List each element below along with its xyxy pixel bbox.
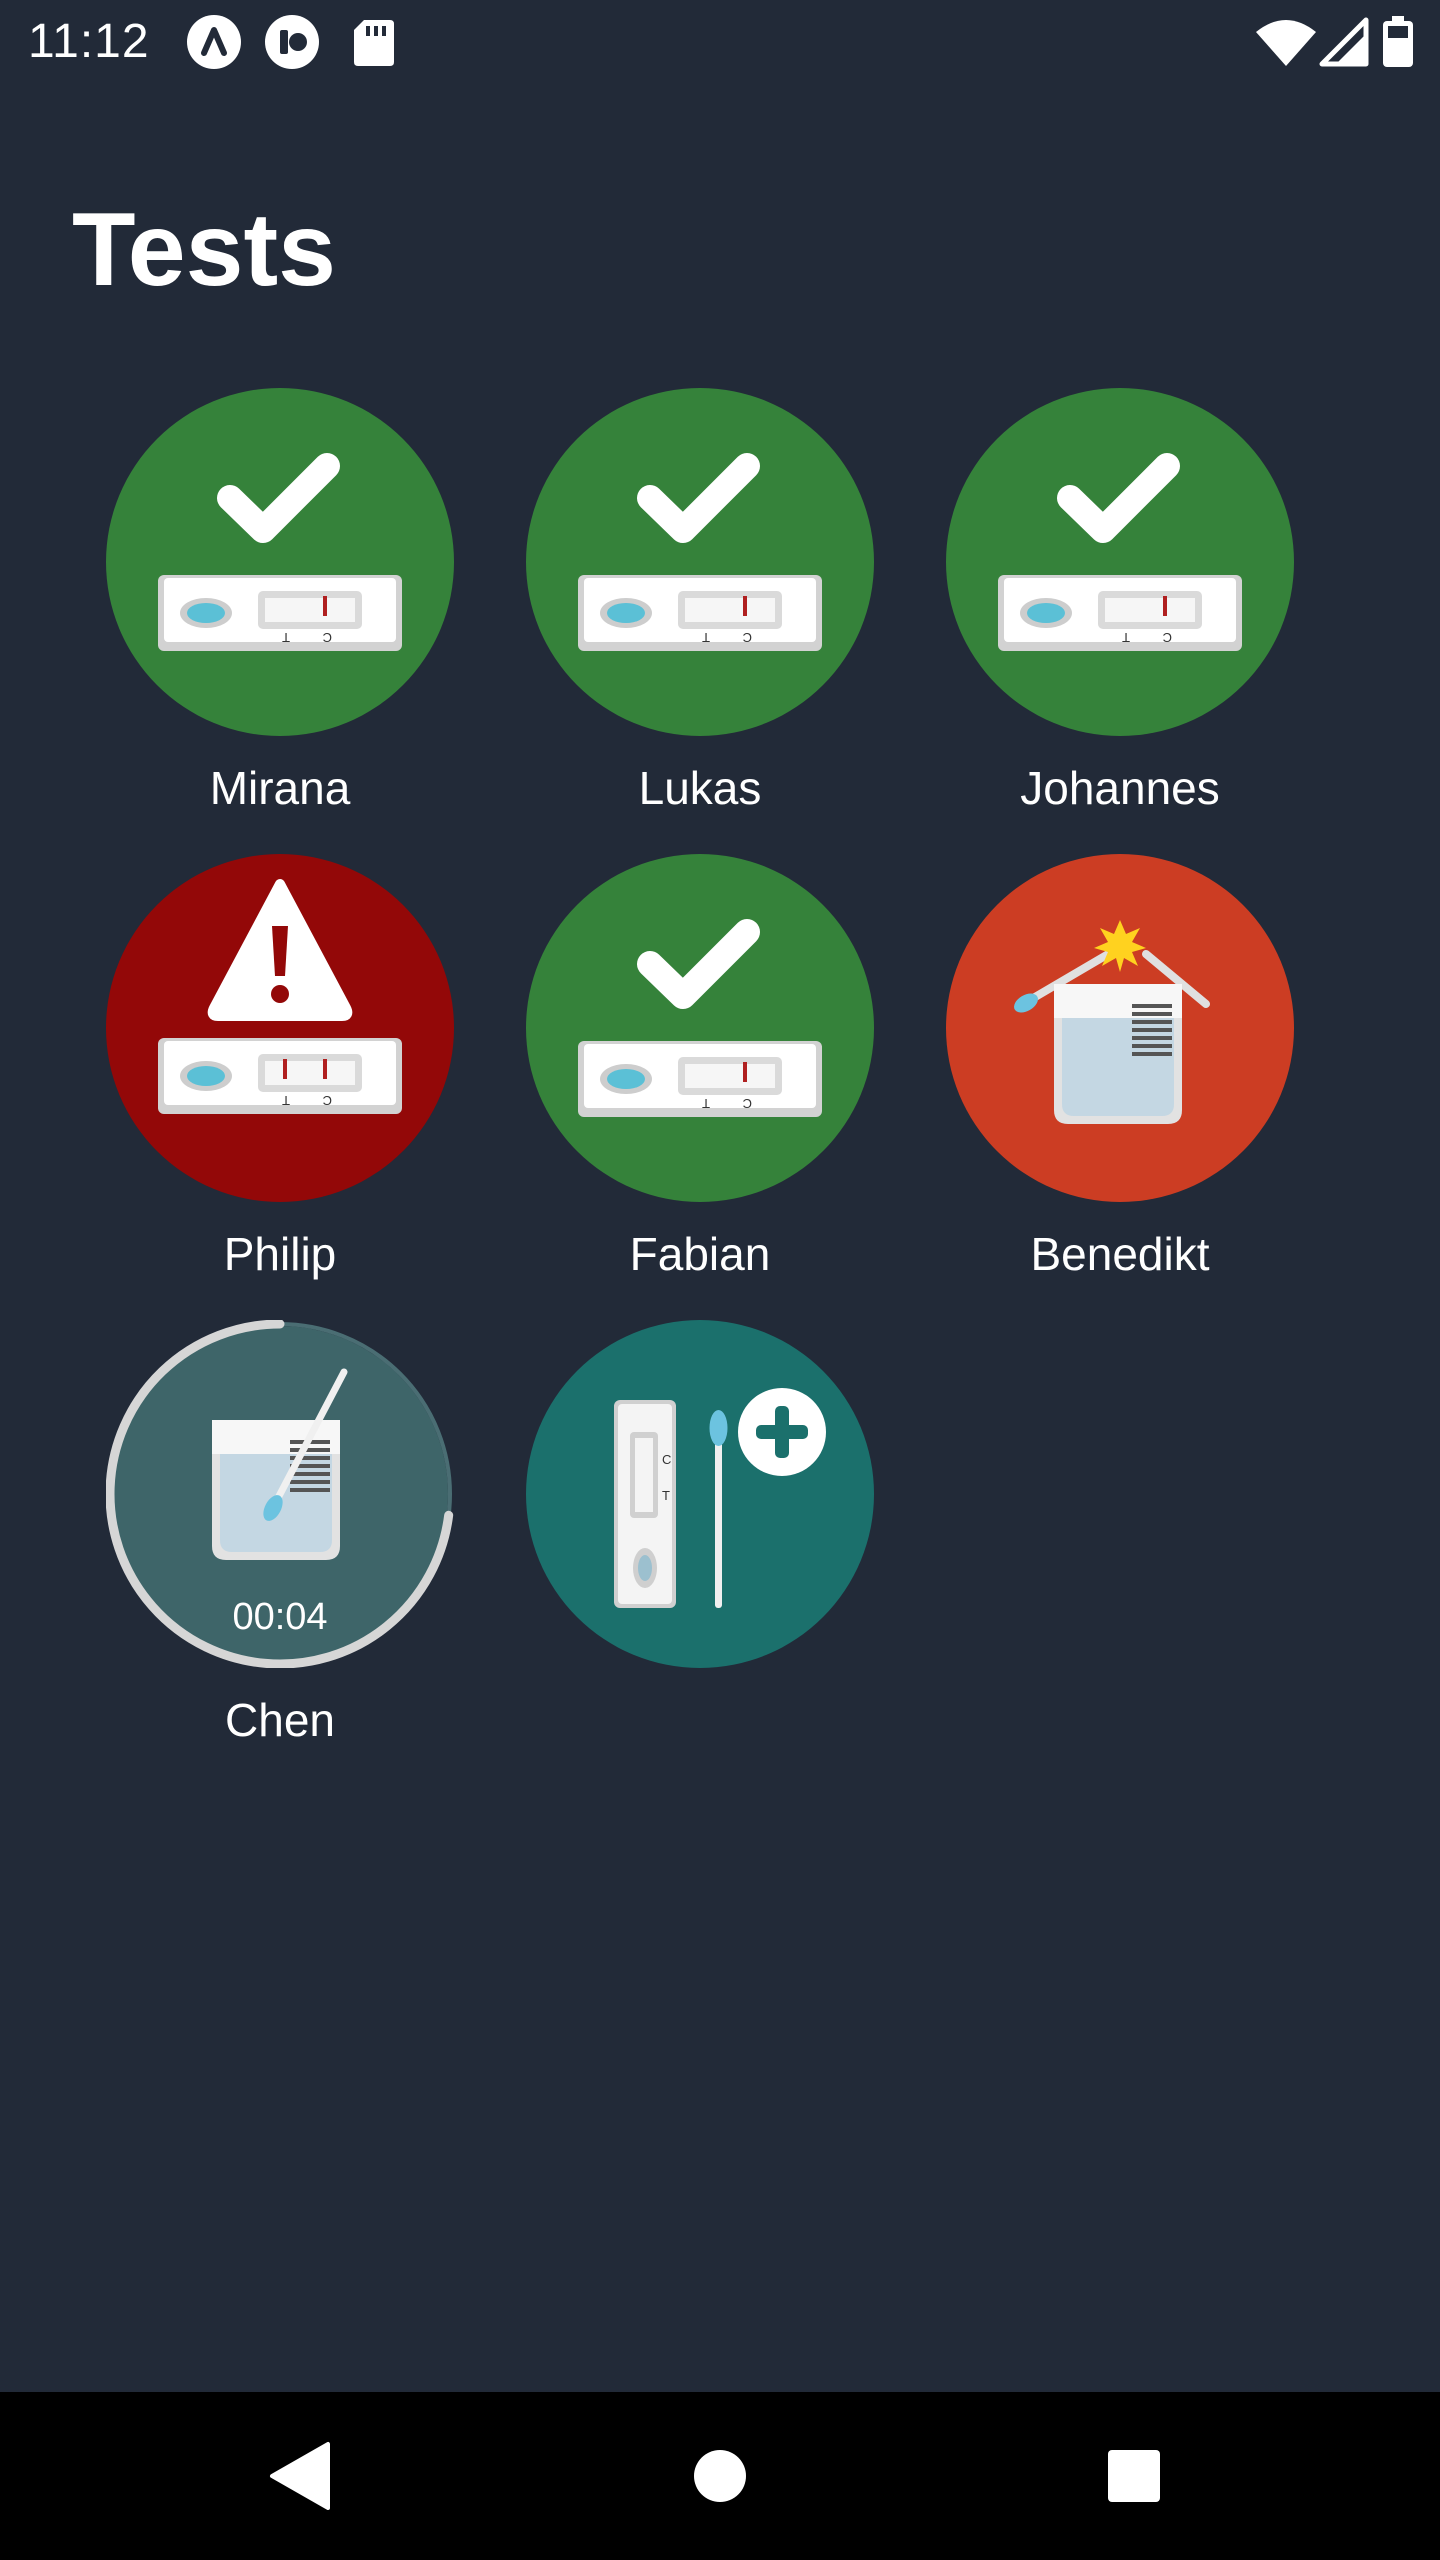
navigation-bar	[0, 2392, 1440, 2560]
svg-text:C: C	[662, 1452, 671, 1467]
add-test-circle: C T	[526, 1320, 874, 1668]
test-tile-philip[interactable]: Philip	[100, 854, 460, 1314]
test-name: Philip	[223, 1228, 337, 1280]
test-name: Chen	[225, 1694, 335, 1746]
test-tile-chen[interactable]: 00:04 Chen	[100, 1320, 460, 1780]
test-tile-johannes[interactable]: Johannes	[940, 388, 1300, 848]
signal-icon	[1319, 17, 1369, 67]
test-cassette-icon	[158, 575, 402, 651]
status-bar: 11:12	[0, 0, 1440, 84]
sd-card-icon	[354, 20, 394, 66]
app-b-icon	[265, 15, 319, 69]
recents-icon[interactable]	[1090, 2432, 1178, 2520]
test-name: Fabian	[629, 1228, 771, 1280]
test-cassette-icon	[578, 575, 822, 651]
test-result-circle	[106, 854, 454, 1202]
test-name: Mirana	[209, 762, 351, 814]
test-result-circle	[946, 388, 1294, 736]
test-name: Benedikt	[1030, 1228, 1210, 1280]
page-title: Tests	[72, 192, 336, 308]
app-a-icon	[187, 15, 241, 69]
test-name: Lukas	[638, 762, 762, 814]
svg-text:T: T	[662, 1488, 670, 1503]
test-cassette-icon	[998, 575, 1242, 651]
add-test-button[interactable]: C T	[520, 1320, 880, 1780]
wifi-icon	[1256, 20, 1316, 66]
test-tile-mirana[interactable]: Mirana	[100, 388, 460, 848]
test-result-circle	[526, 854, 874, 1202]
home-icon[interactable]	[676, 2432, 764, 2520]
timer-text: 00:04	[232, 1596, 328, 1638]
test-tile-lukas[interactable]: Lukas	[520, 388, 880, 848]
status-time: 11:12	[28, 15, 150, 68]
test-name: Johannes	[1020, 762, 1220, 814]
test-tile-fabian[interactable]: Fabian	[520, 854, 880, 1314]
test-result-circle	[946, 854, 1294, 1202]
test-cassette-icon	[158, 1038, 402, 1114]
test-tile-benedikt[interactable]: Benedikt	[940, 854, 1300, 1314]
test-result-circle	[526, 388, 874, 736]
test-result-circle	[106, 388, 454, 736]
battery-icon	[1383, 16, 1413, 67]
test-cassette-icon	[578, 1041, 822, 1117]
back-icon[interactable]	[256, 2432, 344, 2520]
